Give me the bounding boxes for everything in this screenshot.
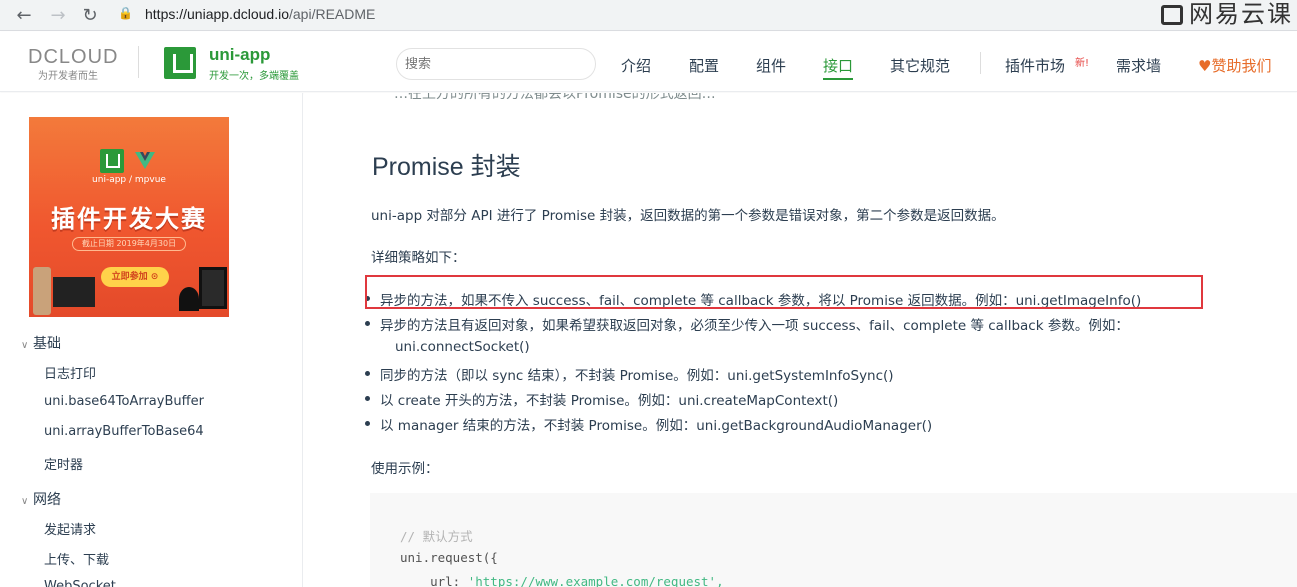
browser-toolbar: ← → ↻ 🔒 https://uniapp.dcloud.io/api/REA… xyxy=(0,0,1297,31)
header-divider xyxy=(138,46,139,78)
watermark-text: 网易云课 xyxy=(1189,0,1293,28)
dcloud-logo[interactable]: DCLOUD xyxy=(28,46,118,69)
sidebar-item-base64-to-arraybuffer[interactable]: uni.base64ToArrayBuffer xyxy=(44,394,204,409)
section-heading: Promise 封装 xyxy=(372,153,521,181)
banner-title: 插件开发大赛 xyxy=(51,205,207,233)
laptop-device-icon xyxy=(53,277,95,307)
sidebar-group-label: 网络 xyxy=(33,492,61,508)
watermark: 网易云课 xyxy=(1137,0,1297,31)
sidebar-item-websocket[interactable]: WebSocket xyxy=(44,579,116,587)
sidebar: uni-app / mpvue 插件开发大赛 截止日期 2019年4月30日 立… xyxy=(0,93,303,587)
vue-logo-icon xyxy=(135,152,155,169)
search-input[interactable] xyxy=(396,48,596,80)
list-item: 异步的方法且有返回对象，如果希望获取返回对象，必须至少传入一项 success、… xyxy=(365,314,1129,334)
speaker-device-icon xyxy=(179,287,199,311)
intro-paragraph: uni-app 对部分 API 进行了 Promise 封装，返回数据的第一个参… xyxy=(371,208,1005,224)
nav-components[interactable]: 组件 xyxy=(756,55,786,76)
nav-config[interactable]: 配置 xyxy=(689,55,719,76)
sidebar-group-label: 基础 xyxy=(33,336,61,352)
dcloud-slogan: 为开发者而生 xyxy=(38,71,98,82)
site-header: DCLOUD 为开发者而生 uni-app 开发一次，多端覆盖 介绍 配置 组件… xyxy=(0,32,1297,92)
sponsor-link[interactable]: ♥赞助我们 xyxy=(1198,55,1271,76)
sidebar-item-console[interactable]: 日志打印 xyxy=(44,363,96,382)
nav-separator xyxy=(980,52,981,74)
url-host: https://uniapp.dcloud.io xyxy=(145,6,289,22)
chevron-down-icon: ∨ xyxy=(21,340,29,351)
banner-date: 截止日期 2019年4月30日 xyxy=(72,237,186,251)
sidebar-item-request[interactable]: 发起请求 xyxy=(44,519,96,538)
lock-icon: 🔒 xyxy=(118,6,133,20)
code-line: uni.request({ xyxy=(400,550,498,565)
tablet-device-icon xyxy=(199,267,227,309)
list-item: 同步的方法（即以 sync 结束），不封装 Promise。例如：uni.get… xyxy=(365,364,894,384)
list-item: 以 manager 结束的方法，不封装 Promise。例如：uni.getBa… xyxy=(364,414,932,434)
clipped-text-line: …在上方的所有的方法都会以Promise的形式返回… xyxy=(394,93,716,102)
uni-app-logo-icon xyxy=(100,149,124,173)
sidebar-item-arraybuffer-to-base64[interactable]: uni.arrayBufferToBase64 xyxy=(44,424,204,439)
chat-bubble-icon xyxy=(1161,5,1183,25)
address-bar[interactable]: https://uniapp.dcloud.io/api/README xyxy=(145,6,375,22)
banner-subtitle: uni-app / mpvue xyxy=(92,175,166,185)
usage-label: 使用示例： xyxy=(371,461,439,477)
heart-icon: ♥ xyxy=(1198,57,1212,75)
uni-app-logo-icon[interactable] xyxy=(164,47,196,79)
plugin-contest-banner[interactable]: uni-app / mpvue 插件开发大赛 截止日期 2019年4月30日 立… xyxy=(29,117,229,317)
chevron-down-icon: ∨ xyxy=(21,496,29,507)
code-string: 'https://www.example.com/request', xyxy=(467,574,724,587)
main-content: …在上方的所有的方法都会以Promise的形式返回… Promise 封装 un… xyxy=(304,93,1297,587)
uni-app-name[interactable]: uni-app xyxy=(209,45,270,65)
strategy-label: 详细策略如下： xyxy=(371,250,466,266)
banner-join-button[interactable]: 立即参加 ⊙ xyxy=(101,267,169,287)
sidebar-item-timer[interactable]: 定时器 xyxy=(44,454,83,473)
phone-device-icon xyxy=(33,267,51,315)
back-arrow-icon[interactable]: ← xyxy=(12,4,36,28)
list-item: 以 create 开头的方法，不封装 Promise。例如：uni.create… xyxy=(364,389,838,409)
sponsor-label: 赞助我们 xyxy=(1211,57,1272,75)
highlight-annotation-box xyxy=(365,275,1203,309)
uni-app-slogan: 开发一次，多端覆盖 xyxy=(209,71,299,82)
sidebar-item-upload-download[interactable]: 上传、下载 xyxy=(44,549,109,568)
nav-request-wall[interactable]: 需求墙 xyxy=(1116,55,1161,76)
code-line: url: 'https://www.example.com/request', xyxy=(400,574,724,587)
reload-icon[interactable]: ↻ xyxy=(78,4,102,28)
code-block: // 默认方式 uni.request({ url: 'https://www.… xyxy=(370,493,1297,587)
code-comment: // 默认方式 xyxy=(400,529,473,544)
nav-intro[interactable]: 介绍 xyxy=(621,55,651,76)
nav-api[interactable]: 接口 xyxy=(823,55,854,80)
list-item-continuation: uni.connectSocket() xyxy=(395,339,530,355)
sidebar-group-network[interactable]: ∨ 网络 xyxy=(21,489,61,509)
nav-plugin-market[interactable]: 插件市场 xyxy=(1005,55,1065,76)
url-path: /api/README xyxy=(289,6,376,22)
code-key: url: xyxy=(400,574,468,587)
forward-arrow-icon[interactable]: → xyxy=(46,4,70,28)
new-badge: 新! xyxy=(1075,58,1090,69)
sidebar-group-basics[interactable]: ∨ 基础 xyxy=(21,333,61,353)
nav-other-specs[interactable]: 其它规范 xyxy=(890,55,950,76)
